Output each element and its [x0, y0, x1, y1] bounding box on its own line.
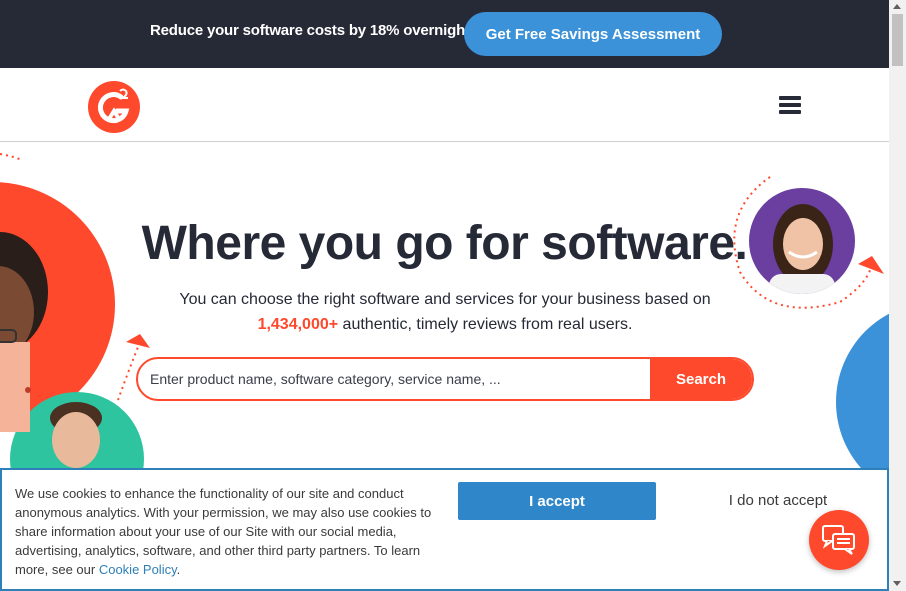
- cookie-text: We use cookies to enhance the functional…: [15, 484, 445, 579]
- accept-cookies-button[interactable]: I accept: [458, 482, 656, 520]
- hero-title: Where you go for software.: [141, 217, 748, 270]
- search-button[interactable]: Search: [650, 359, 752, 399]
- promo-text: Reduce your software costs by 18% overni…: [150, 22, 470, 39]
- free-savings-assessment-button[interactable]: Get Free Savings Assessment: [464, 12, 722, 56]
- search-bar: Search: [136, 357, 754, 401]
- cookie-consent-banner: We use cookies to enhance the functional…: [0, 468, 889, 591]
- vertical-scrollbar[interactable]: [889, 0, 906, 591]
- cookie-policy-link[interactable]: Cookie Policy: [99, 562, 177, 577]
- scrollbar-thumb[interactable]: [892, 14, 903, 66]
- scroll-down-arrow-icon[interactable]: [893, 581, 901, 586]
- hamburger-menu-icon[interactable]: [779, 96, 801, 114]
- hero-subtitle-before: You can choose the right software and se…: [179, 291, 711, 308]
- site-header: [0, 68, 889, 142]
- search-input[interactable]: [138, 359, 652, 399]
- chat-icon[interactable]: [809, 510, 869, 570]
- hero-subtitle-after: authentic, timely reviews from real user…: [342, 316, 633, 333]
- promo-banner: Reduce your software costs by 18% overni…: [0, 0, 889, 68]
- hero-subtitle: You can choose the right software and se…: [150, 287, 740, 337]
- g2-logo-icon[interactable]: [88, 81, 140, 133]
- decline-cookies-button[interactable]: I do not accept: [702, 492, 854, 509]
- cookie-link-suffix: .: [176, 562, 181, 577]
- scroll-up-arrow-icon[interactable]: [893, 4, 901, 9]
- cookie-message: We use cookies to enhance the functional…: [15, 486, 432, 577]
- review-count: 1,434,000+: [257, 316, 339, 333]
